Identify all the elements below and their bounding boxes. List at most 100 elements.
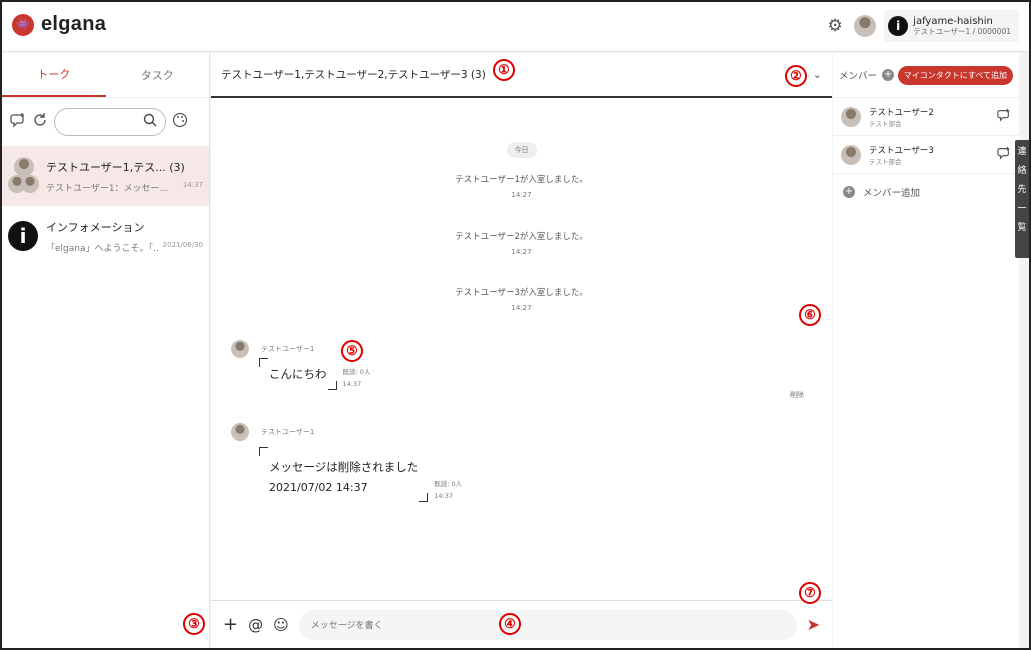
member-dept: テスト部会: [869, 157, 902, 166]
callout-5: ⑤: [341, 340, 363, 362]
chat-title: テストユーザー1,テス... (3): [46, 160, 185, 174]
message[interactable]: テストユーザー1 メッセージは削除されました 2021/07/02 14:37 …: [231, 423, 462, 502]
search-box: [54, 108, 166, 136]
tab-tasks[interactable]: タスク: [106, 53, 210, 97]
top-bar: 👾 elgana ⚙ i jafyame-haishin テストユーザー1 / …: [2, 2, 1029, 52]
member-avatar: [841, 144, 861, 165]
chat-bubble-icon[interactable]: [997, 108, 1011, 126]
system-event: テストユーザー2が入室しました。 14:27: [211, 230, 832, 256]
information-icon: i: [8, 221, 38, 251]
member-dept: テスト部会: [869, 119, 902, 128]
palette-icon[interactable]: [172, 112, 188, 132]
message-text: メッセージは削除されました: [269, 460, 419, 474]
sidebar-toolbar: [2, 98, 209, 146]
members-header: メンバー + マイコンタクトにすべて追加: [833, 53, 1019, 98]
user-avatar[interactable]: [854, 15, 877, 37]
system-event: テストユーザー1が入室しました。 14:27: [211, 173, 832, 199]
conversation-pane: テストユーザー1,テストユーザー2,テストユーザー3 (3) ⌄ 今日 テストユ…: [211, 53, 832, 648]
system-event-text: テストユーザー3が入室しました。: [455, 288, 588, 298]
contacts-tab-char: 先: [1017, 185, 1027, 195]
chat-title: インフォメーション: [46, 220, 145, 234]
callout-1: ①: [493, 59, 515, 81]
system-event-time: 14:27: [511, 248, 532, 256]
message-bubble[interactable]: メッセージは削除されました 2021/07/02 14:37: [259, 447, 429, 502]
group-avatar: [8, 157, 39, 195]
gear-icon[interactable]: ⚙: [824, 15, 846, 37]
chat-time: 2021/06/30: [162, 240, 203, 249]
contacts-tab-char: 連: [1017, 147, 1027, 157]
mention-icon[interactable]: @: [248, 616, 263, 634]
add-all-to-contacts-button[interactable]: マイコンタクトにすべて追加: [897, 65, 1013, 85]
add-member-icon[interactable]: +: [882, 69, 895, 81]
member-name: テストユーザー3: [869, 145, 934, 156]
sender-avatar[interactable]: [231, 423, 249, 441]
left-sidebar: トーク タスク テストユーザー1,テス... (3) テストユーザー1：メッセー…: [2, 53, 210, 648]
app-logo[interactable]: 👾 elgana: [12, 13, 106, 36]
message-text: こんにちわ: [269, 367, 327, 381]
contacts-tab-char: 一: [1017, 204, 1027, 214]
conversation-title: テストユーザー1,テストユーザー2,テストユーザー3 (3): [221, 69, 486, 81]
date-separator: 今日: [211, 137, 832, 158]
message-list: 今日 テストユーザー1が入室しました。 14:27 テストユーザー2が入室しまし…: [211, 100, 832, 600]
add-member-label: メンバー追加: [863, 188, 921, 199]
system-event-time: 14:27: [511, 191, 532, 199]
plus-icon[interactable]: +: [223, 614, 238, 635]
message-deleted-timestamp: 2021/07/02 14:37: [269, 481, 368, 494]
send-icon[interactable]: ➤: [807, 615, 820, 634]
plus-circle-icon: +: [843, 186, 855, 198]
chat-bubble-icon[interactable]: [997, 146, 1011, 164]
user-name: jafyame-haishin: [913, 16, 993, 27]
search-icon[interactable]: [143, 113, 157, 131]
callout-7: ⑦: [799, 582, 821, 604]
message-composer: + @ ☺ ➤: [211, 600, 832, 648]
app-window: 👾 elgana ⚙ i jafyame-haishin テストユーザー1 / …: [0, 0, 1031, 650]
tab-talk[interactable]: トーク: [2, 53, 106, 97]
member-avatar: [841, 106, 861, 127]
chat-time: 14:37: [182, 180, 203, 189]
system-event-time: 14:27: [511, 304, 532, 312]
date-pill: 今日: [506, 142, 537, 158]
system-event-text: テストユーザー2が入室しました。: [455, 232, 588, 242]
chat-list-item-group[interactable]: テストユーザー1,テス... (3) テストユーザー1：メッセー... 14:3…: [2, 146, 209, 206]
top-right-controls: ⚙ i jafyame-haishin テストユーザー1 / 0000001: [824, 10, 1019, 42]
callout-2: ②: [785, 65, 807, 87]
conversation-header: テストユーザー1,テストユーザー2,テストユーザー3 (3) ⌄: [211, 53, 832, 98]
chat-list-item-information[interactable]: i インフォメーション 「elgana」へようこそ。「... 2021/06/3…: [2, 206, 209, 266]
member-name: テストユーザー2: [869, 107, 934, 118]
callout-4: ④: [499, 613, 521, 635]
sidebar-tabs: トーク タスク: [2, 53, 209, 98]
delete-link[interactable]: 削除: [790, 390, 804, 400]
system-event: テストユーザー3が入室しました。 14:27: [211, 286, 832, 312]
add-member-row[interactable]: + メンバー追加: [833, 174, 1019, 210]
callout-3: ③: [183, 613, 205, 635]
info-icon: i: [888, 16, 909, 36]
member-item[interactable]: テストユーザー3 テスト部会: [833, 136, 1019, 174]
contacts-list-tab[interactable]: 連 絡 先 一 覧: [1015, 140, 1029, 258]
message-input[interactable]: [298, 609, 797, 640]
emoji-icon[interactable]: ☺: [273, 616, 289, 634]
contacts-tab-char: 絡: [1017, 166, 1027, 176]
refresh-icon[interactable]: [32, 112, 48, 132]
system-event-text: テストユーザー1が入室しました。: [455, 175, 588, 185]
sender-avatar[interactable]: [231, 340, 249, 358]
message-time: 14:37: [434, 492, 454, 500]
message-sender: テストユーザー1: [261, 345, 315, 353]
app-name: elgana: [41, 13, 107, 35]
chat-preview: 「elgana」へようこそ。「...: [46, 243, 159, 254]
members-panel: メンバー + マイコンタクトにすべて追加 テストユーザー2 テスト部会 テストユ…: [833, 53, 1029, 648]
message-time: 14:37: [342, 380, 362, 388]
read-count: 既読: 0人: [342, 368, 371, 376]
search-input[interactable]: [63, 116, 139, 128]
logo-mark-icon: 👾: [12, 13, 34, 36]
callout-6: ⑥: [799, 304, 821, 326]
member-item[interactable]: テストユーザー2 テスト部会: [833, 98, 1019, 136]
user-chip[interactable]: i jafyame-haishin テストユーザー1 / 0000001: [884, 10, 1019, 42]
chat-preview: テストユーザー1：メッセー...: [46, 183, 169, 194]
contacts-tab-char: 覧: [1017, 223, 1027, 233]
new-chat-icon[interactable]: [10, 112, 26, 132]
message-bubble[interactable]: こんにちわ: [259, 358, 337, 390]
message-sender: テストユーザー1: [261, 428, 315, 436]
chevron-down-icon[interactable]: ⌄: [813, 68, 822, 81]
read-count: 既読: 0人: [434, 480, 463, 488]
user-subtitle: テストユーザー1 / 0000001: [913, 27, 1011, 36]
